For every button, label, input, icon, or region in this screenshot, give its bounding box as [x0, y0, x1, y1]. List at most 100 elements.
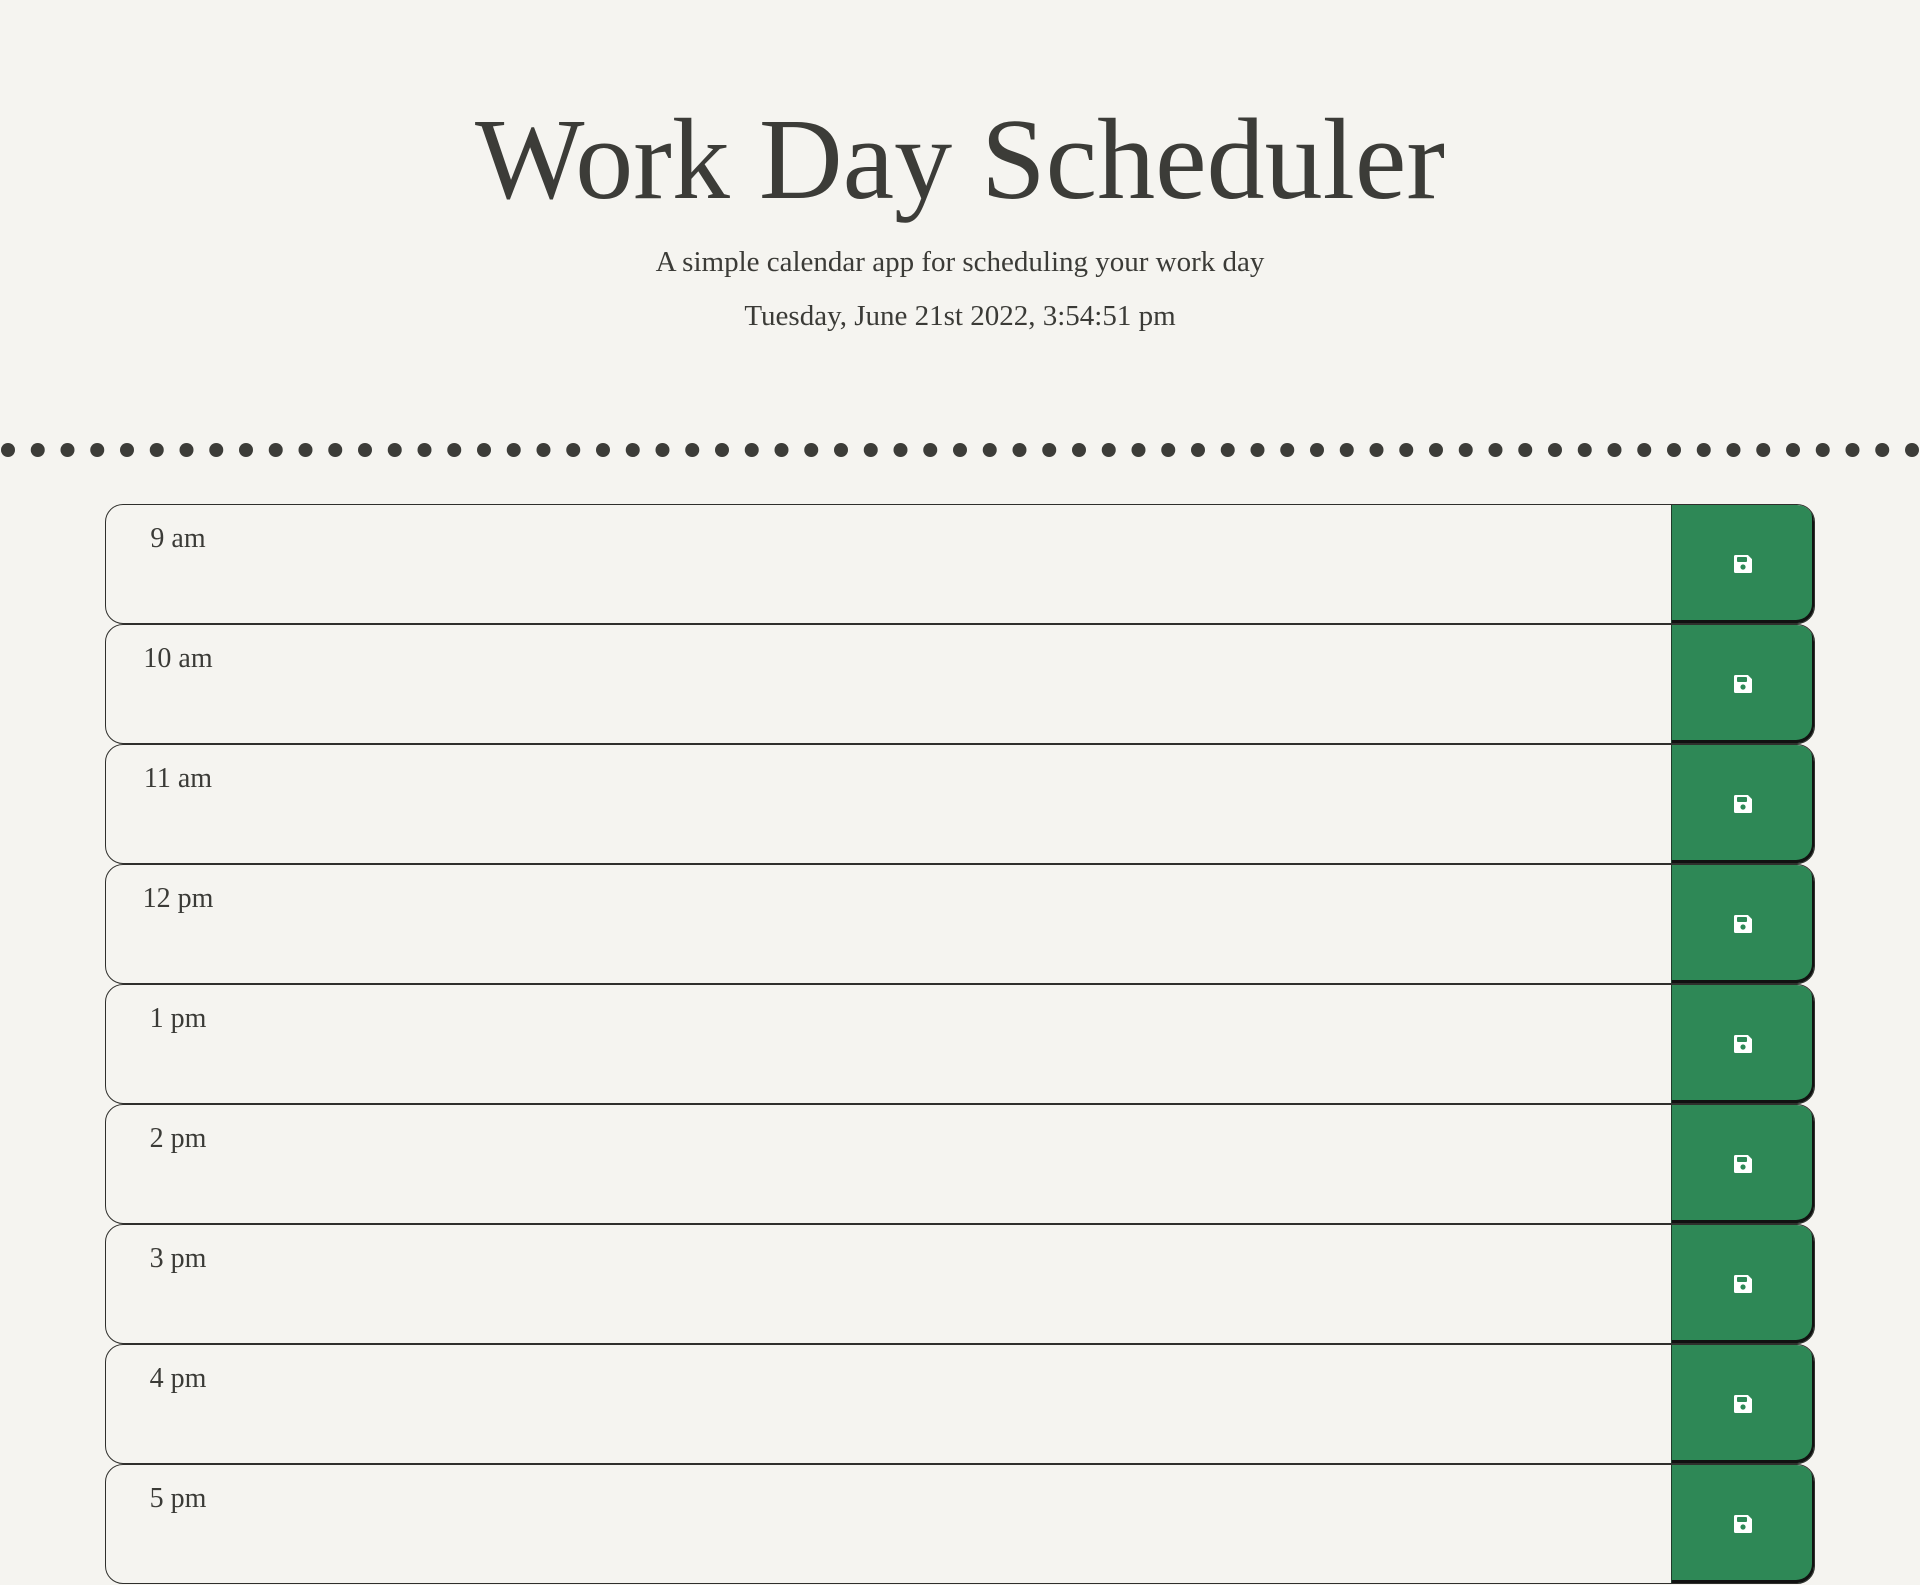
- save-button[interactable]: [1671, 1105, 1814, 1223]
- divider-dot: [90, 443, 105, 457]
- time-block-row: 4 pm: [105, 1344, 1815, 1464]
- floppy-disk-icon: [1734, 795, 1752, 813]
- divider-dot: [774, 443, 789, 457]
- divider-dot: [477, 443, 491, 457]
- header: Work Day Scheduler A simple calendar app…: [0, 0, 1920, 332]
- divider-dot: [149, 443, 164, 457]
- divider-dot: [1696, 443, 1711, 457]
- divider-dot: [1786, 443, 1800, 457]
- time-block-row: 9 am: [105, 504, 1815, 624]
- divider-dot: [1250, 443, 1265, 457]
- hour-label: 10 am: [143, 643, 213, 674]
- divider-dot: [893, 443, 908, 457]
- event-description-input[interactable]: [256, 1465, 1669, 1583]
- floppy-disk-icon: [1734, 1035, 1752, 1053]
- floppy-disk-icon: [1734, 555, 1752, 573]
- save-button[interactable]: [1671, 1345, 1814, 1463]
- hour-label: 4 pm: [149, 1363, 207, 1394]
- time-block-row: 10 am: [105, 624, 1815, 744]
- divider-dot: [625, 443, 640, 457]
- divider-dot: [1637, 443, 1652, 457]
- divider-dot: [1548, 443, 1562, 457]
- divider-dot: [1, 443, 15, 457]
- hour-label: 12 pm: [142, 883, 214, 914]
- hour-label: 1 pm: [149, 1003, 207, 1034]
- divider-dot: [536, 443, 551, 457]
- divider-dot: [953, 443, 967, 457]
- save-button[interactable]: [1671, 745, 1814, 863]
- divider-dot: [417, 443, 432, 457]
- divider-dot: [834, 443, 848, 457]
- divider-dot: [358, 443, 372, 457]
- divider-dot: [982, 443, 997, 457]
- divider-dot: [1429, 443, 1443, 457]
- divider-dot: [1339, 443, 1354, 457]
- divider-dot: [1756, 443, 1771, 457]
- divider-dot: [1191, 443, 1205, 457]
- hour-label: 11 am: [143, 763, 213, 794]
- divider-dot: [179, 443, 194, 457]
- event-description-input[interactable]: [256, 985, 1669, 1103]
- divider-dot: [744, 443, 759, 457]
- floppy-disk-icon: [1734, 1155, 1752, 1173]
- divider-dot: [1131, 443, 1146, 457]
- divider-dot: [1042, 443, 1057, 457]
- divider-dot: [387, 443, 402, 457]
- divider-dot: [1072, 443, 1086, 457]
- divider-dot: [209, 443, 224, 457]
- schedule-container: 9 am 10 am 11 am 12 pm 1 pm 2 pm 3 pm 4 pm 5 pm: [105, 504, 1815, 1584]
- save-button[interactable]: [1671, 985, 1814, 1103]
- save-button[interactable]: [1671, 865, 1814, 983]
- divider-dot: [60, 443, 75, 457]
- divider-dot: [715, 443, 729, 457]
- divider-dot: [1577, 443, 1592, 457]
- divider-dot: [655, 443, 670, 457]
- divider-dot: [566, 443, 581, 457]
- divider-dot: [1518, 443, 1533, 457]
- divider-dot: [239, 443, 253, 457]
- floppy-disk-icon: [1734, 1395, 1752, 1413]
- divider-dot: [328, 443, 343, 457]
- divider-dot: [1726, 443, 1741, 457]
- divider-dot: [1280, 443, 1295, 457]
- save-button[interactable]: [1671, 505, 1814, 623]
- divider-dot: [1815, 443, 1830, 457]
- divider-dot: [1488, 443, 1503, 457]
- divider-dot: [1220, 443, 1235, 457]
- save-button[interactable]: [1671, 1225, 1814, 1343]
- divider-dot: [1458, 443, 1473, 457]
- event-description-input[interactable]: [256, 745, 1669, 863]
- time-block-row: 1 pm: [105, 984, 1815, 1104]
- floppy-disk-icon: [1734, 915, 1752, 933]
- divider-dot: [685, 443, 700, 457]
- event-description-input[interactable]: [256, 865, 1669, 983]
- divider-dot: [1101, 443, 1116, 457]
- divider-dot: [1667, 443, 1681, 457]
- divider-dot: [804, 443, 819, 457]
- page-title: Work Day Scheduler: [475, 96, 1445, 224]
- event-description-input[interactable]: [256, 625, 1669, 743]
- time-block-row: 3 pm: [105, 1224, 1815, 1344]
- event-description-input[interactable]: [256, 1225, 1669, 1343]
- divider-dot: [1012, 443, 1027, 457]
- event-description-input[interactable]: [256, 1105, 1669, 1223]
- hour-label: 3 pm: [149, 1243, 207, 1274]
- time-block-row: 12 pm: [105, 864, 1815, 984]
- divider-dot: [506, 443, 521, 457]
- hour-label: 2 pm: [149, 1123, 207, 1154]
- event-description-input[interactable]: [256, 505, 1669, 623]
- current-day: Tuesday, June 21st 2022, 3:54:51 pm: [744, 300, 1176, 332]
- divider-dot: [596, 443, 610, 457]
- event-description-input[interactable]: [256, 1345, 1669, 1463]
- divider-dot: [923, 443, 938, 457]
- save-button[interactable]: [1671, 1465, 1814, 1583]
- divider-dot: [298, 443, 313, 457]
- divider-dot: [447, 443, 462, 457]
- save-button[interactable]: [1671, 625, 1814, 743]
- divider-dot: [1845, 443, 1860, 457]
- page-subtitle: A simple calendar app for scheduling you…: [655, 246, 1265, 278]
- divider-dot: [1905, 443, 1919, 457]
- divider-dot: [1310, 443, 1324, 457]
- divider-dot: [1369, 443, 1384, 457]
- divider-dot: [1399, 443, 1414, 457]
